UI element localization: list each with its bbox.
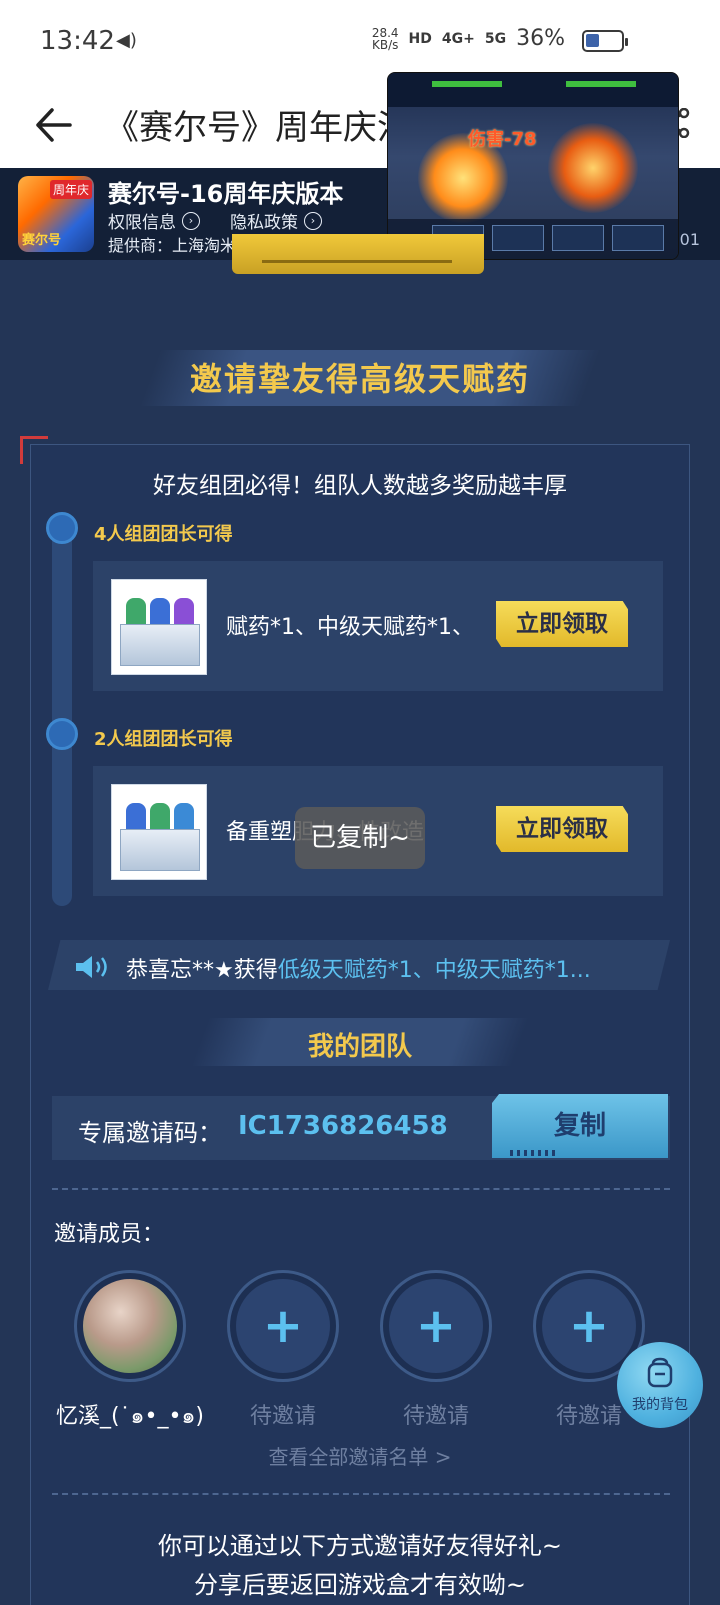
member-name: 待邀请 (402, 1404, 469, 1429)
player-hp-bar (432, 81, 502, 87)
privacy-link[interactable]: 隐私政策 › (230, 208, 322, 233)
potion-box-image (111, 579, 207, 675)
members-label: 邀请成员： (54, 1222, 165, 1247)
copied-toast: 已复制~ (295, 807, 425, 869)
member-avatar[interactable] (74, 1270, 186, 1382)
signal-5g-icon: 5G (484, 30, 507, 47)
footer-line-1: 你可以通过以下方式邀请好友得好礼~ (157, 1532, 563, 1560)
plus-icon: + (415, 1298, 457, 1354)
footer-line-2: 分享后要返回游戏盒才有效呦~ (193, 1571, 527, 1599)
app-logo-badge: 周年庆 (49, 180, 92, 199)
skill-slot (492, 225, 544, 251)
back-arrow-icon[interactable] (30, 100, 80, 150)
yellow-banner-decoration (232, 234, 484, 274)
hd-icon: HD (408, 30, 432, 47)
status-bar: 13:42 ◀) 28.4 KB/s HD 4G+ 5G 36% (0, 0, 720, 82)
battery-fill (586, 34, 599, 47)
battery-percent: 36% (516, 26, 565, 51)
invite-code: IC1736826458 (238, 1111, 448, 1141)
team-heading: 我的团队 (307, 1032, 412, 1062)
potion-box-image (111, 784, 207, 880)
corner-decoration (20, 436, 48, 464)
box-icon (120, 829, 200, 871)
enemy-hp-bar (566, 81, 636, 87)
battery-icon (582, 30, 628, 52)
card-subtitle: 好友组团必得！组队人数越多奖励越丰厚 (153, 473, 567, 499)
avatar (83, 1279, 177, 1373)
app-logo[interactable]: 周年庆 赛尔号 (18, 176, 94, 252)
view-all-invites-link[interactable]: 查看全部邀请名单 > (0, 1441, 720, 1470)
damage-text: 伤害-78 (468, 129, 537, 150)
box-icon (120, 624, 200, 666)
reward-card: 赋药*1、中级天赋药*1、 立即领取 (93, 561, 663, 691)
claim-button[interactable]: 立即领取 (496, 601, 628, 647)
invite-slot[interactable]: + (227, 1270, 339, 1382)
plus-icon: + (262, 1298, 304, 1354)
app-logo-text: 赛尔号 (22, 233, 62, 248)
backpack-label: 我的背包 (632, 1397, 688, 1413)
signal-4g-icon: 4G+ (441, 30, 475, 47)
net-speed: 28.4 KB/s (371, 25, 399, 52)
copy-button[interactable]: 复制 (492, 1094, 668, 1158)
announcement-prefix: 恭喜忘**★获得 (126, 958, 278, 983)
skill-slot (612, 225, 664, 251)
member-name: 待邀请 (249, 1404, 316, 1429)
video-hud-top (388, 73, 678, 107)
claim-button[interactable]: 立即领取 (496, 806, 628, 852)
sound-icon: ◀) (116, 30, 137, 51)
invite-code-label: 专属邀请码： (78, 1119, 222, 1147)
announcement-highlight: 低级天赋药*1、中级天赋药*1... (277, 958, 591, 983)
chevron-right-icon: › (304, 211, 322, 230)
enemy-creature (548, 123, 638, 213)
status-indicators: 28.4 KB/s HD 4G+ 5G 36% (372, 26, 565, 51)
backpack-icon (647, 1357, 673, 1388)
section-heading: 邀请挚友得高级天赋药 (189, 360, 530, 398)
status-time: 13:42 (40, 26, 115, 56)
page-title: 《赛尔号》周年庆活 (105, 108, 411, 148)
copy-button-decoration (510, 1150, 558, 1156)
floating-video-player[interactable]: 伤害-78 (387, 72, 679, 260)
app-name: 赛尔号-16周年庆版本 (108, 180, 344, 208)
tier-label: 2人组团团长可得 (94, 729, 233, 750)
invite-slot[interactable]: + (380, 1270, 492, 1382)
app-links: 权限信息 › 隐私政策 › (108, 208, 322, 233)
member-name: 忆溪_(˙๑•_•๑) (55, 1404, 205, 1429)
timeline-dot (46, 512, 78, 544)
divider (52, 1493, 670, 1495)
divider (52, 1188, 670, 1190)
tier-label: 4人组团团长可得 (94, 524, 233, 545)
my-backpack-button[interactable]: 我的背包 (617, 1342, 703, 1428)
speaker-icon (76, 956, 107, 978)
timeline-bar (52, 526, 72, 906)
permissions-link[interactable]: 权限信息 › (108, 208, 200, 233)
timeline-dot (46, 718, 78, 750)
announcement-text: 恭喜忘**★获得低级天赋药*1、中级天赋药*1... (126, 952, 646, 984)
reward-text: 赋药*1、中级天赋药*1、 (226, 615, 474, 640)
chevron-right-icon: › (182, 211, 200, 230)
skill-slot (552, 225, 604, 251)
